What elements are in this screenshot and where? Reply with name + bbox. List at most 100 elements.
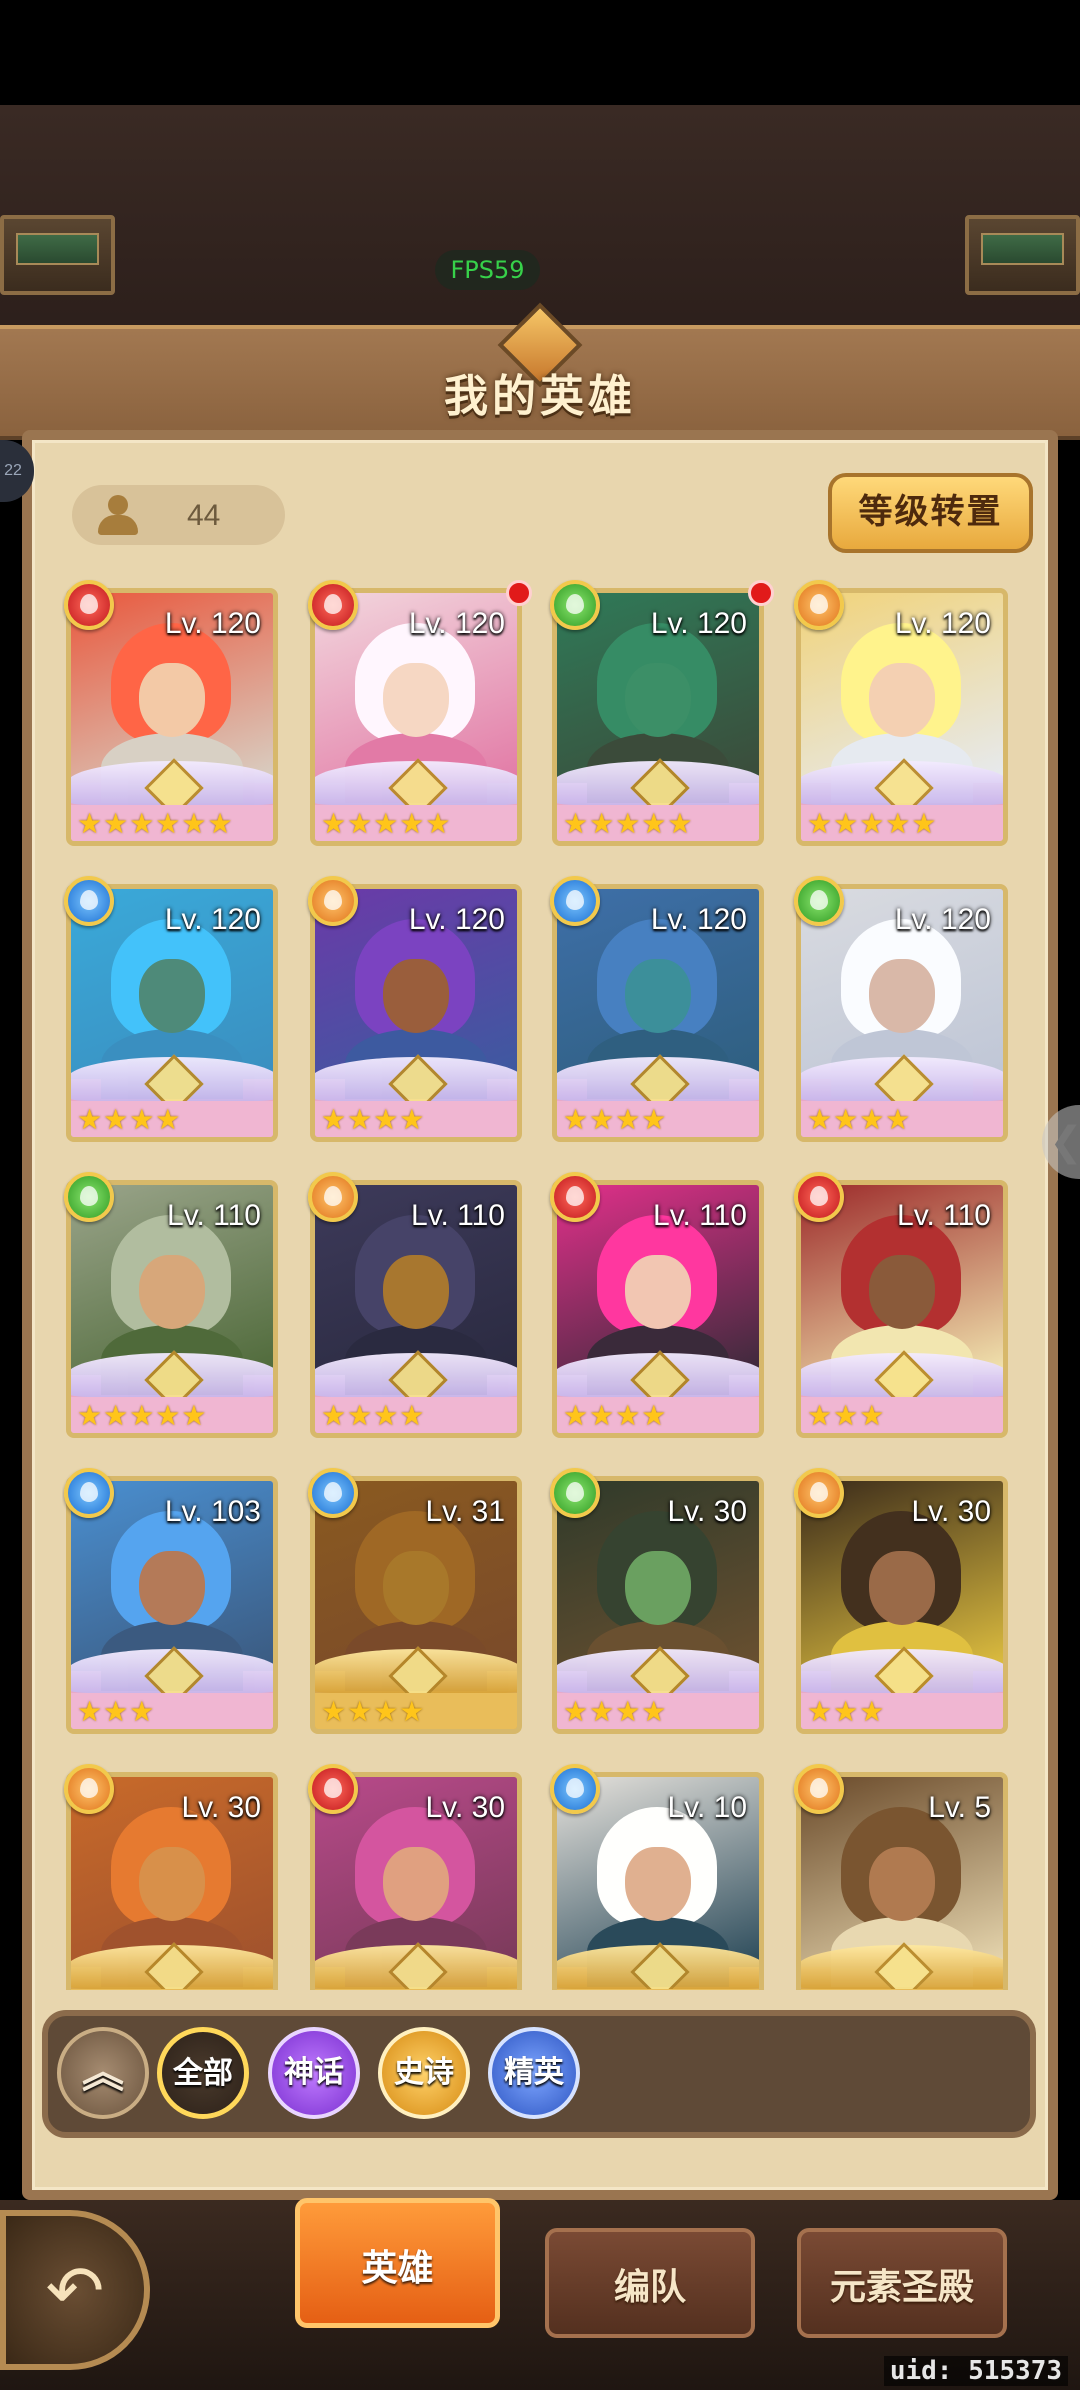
- star-bar: [801, 1989, 1003, 1990]
- nature-element-icon: [64, 1172, 114, 1222]
- hero-card[interactable]: ★★★ Lv. 30: [792, 1466, 1012, 1734]
- hero-level: Lv. 120: [894, 607, 991, 640]
- level-transfer-button[interactable]: 等级转置: [828, 473, 1033, 553]
- water-element-icon: [64, 876, 114, 926]
- star-bar: [315, 1989, 517, 1990]
- page-title: 我的英雄: [444, 372, 636, 421]
- hero-stars: ★★★★: [321, 1103, 426, 1136]
- hero-count-pill: 44: [72, 485, 285, 545]
- collapse-filters-button[interactable]: ︽: [57, 2027, 149, 2119]
- filter-elite-button[interactable]: 精英: [488, 2027, 580, 2119]
- hero-card[interactable]: ★★★ Lv. 110: [792, 1170, 1012, 1438]
- hero-stars: ★★★★★: [321, 807, 452, 840]
- hero-card[interactable]: Lv. 30: [306, 1762, 526, 1990]
- hero-level: Lv. 110: [653, 1199, 747, 1232]
- hero-stars: ★★★: [807, 1695, 886, 1728]
- rank-wings-icon: [801, 1945, 1003, 1989]
- hero-level: Lv. 10: [667, 1791, 748, 1824]
- hero-level: Lv. 5: [928, 1791, 991, 1824]
- hero-stars: ★★★★: [807, 1103, 912, 1136]
- hero-card[interactable]: ★★★★ Lv. 120: [548, 874, 768, 1142]
- rank-wings-icon: [557, 1945, 759, 1989]
- hero-grid: ★★★★★★ Lv. 120 ★★★★★ Lv. 120 ★★★★★ Lv. 120 ★★★…: [62, 578, 1022, 1990]
- hero-card[interactable]: ★★★★★ Lv. 120: [306, 578, 532, 846]
- hero-level: Lv. 30: [425, 1791, 506, 1824]
- notification-dot-icon: [506, 580, 532, 606]
- hero-card[interactable]: ★★★★ Lv. 120: [306, 874, 526, 1142]
- hero-card[interactable]: ★★★ Lv. 103: [62, 1466, 282, 1734]
- hero-card[interactable]: Lv. 5: [792, 1762, 1012, 1990]
- rank-wings-icon: [71, 761, 273, 805]
- hero-card[interactable]: ★★★★ Lv. 31: [306, 1466, 526, 1734]
- filter-myth-button[interactable]: 神话: [268, 2027, 360, 2119]
- rank-wings-icon: [71, 1353, 273, 1397]
- hero-level: Lv. 30: [667, 1495, 748, 1528]
- hero-level: Lv. 120: [408, 903, 505, 936]
- hero-card[interactable]: ★★★★★ Lv. 120: [548, 578, 774, 846]
- nature-element-icon: [550, 1468, 600, 1518]
- hero-card[interactable]: ★★★★★★ Lv. 120: [62, 578, 282, 846]
- rank-wings-icon: [801, 761, 1003, 805]
- rank-wings-icon: [801, 1057, 1003, 1101]
- hero-stars: ★★★: [77, 1695, 156, 1728]
- rank-wings-icon: [315, 1649, 517, 1693]
- hero-card[interactable]: ★★★★ Lv. 110: [306, 1170, 526, 1438]
- hero-stars: ★★★★★: [807, 807, 938, 840]
- hero-stars: ★★★★: [321, 1695, 426, 1728]
- rank-wings-icon: [71, 1945, 273, 1989]
- rank-wings-icon: [557, 1057, 759, 1101]
- tab-heroes[interactable]: 英雄: [295, 2198, 500, 2328]
- star-bar: [557, 1989, 759, 1990]
- rank-wings-icon: [315, 761, 517, 805]
- fire-element-icon: [308, 1764, 358, 1814]
- hero-card[interactable]: ★★★★★ Lv. 120: [792, 578, 1012, 846]
- hero-card[interactable]: Lv. 10: [548, 1762, 768, 1990]
- hero-level: Lv. 31: [425, 1495, 506, 1528]
- rank-wings-icon: [557, 761, 759, 805]
- tab-team[interactable]: 编队: [545, 2228, 755, 2338]
- hero-stars: ★★★★: [77, 1103, 182, 1136]
- hero-stars: ★★★: [807, 1399, 886, 1432]
- hero-level: Lv. 110: [411, 1199, 505, 1232]
- rank-wings-icon: [557, 1649, 759, 1693]
- filter-all-button[interactable]: 全部: [157, 2027, 249, 2119]
- hero-card[interactable]: Lv. 30: [62, 1762, 282, 1990]
- hero-level: Lv. 110: [897, 1199, 991, 1232]
- hero-card[interactable]: ★★★★ Lv. 30: [548, 1466, 768, 1734]
- fps-counter: FPS59: [435, 250, 540, 290]
- rank-wings-icon: [801, 1353, 1003, 1397]
- light-element-icon: [794, 580, 844, 630]
- rank-wings-icon: [315, 1057, 517, 1101]
- hero-level: Lv. 110: [167, 1199, 261, 1232]
- tab-elemental-shrine[interactable]: 元素圣殿: [797, 2228, 1007, 2338]
- user-id-label: uid: 515373: [883, 2356, 1068, 2386]
- hero-level: Lv. 120: [650, 607, 747, 640]
- hero-stars: ★★★★: [321, 1399, 426, 1432]
- hero-level: Lv. 30: [911, 1495, 992, 1528]
- hero-level: Lv. 120: [894, 903, 991, 936]
- rank-wings-icon: [315, 1945, 517, 1989]
- rank-wings-icon: [71, 1057, 273, 1101]
- rank-wings-icon: [801, 1649, 1003, 1693]
- hero-level: Lv. 120: [408, 607, 505, 640]
- status-bar: [0, 0, 1080, 105]
- hero-stars: ★★★★★★: [77, 807, 234, 840]
- hero-level: Lv. 120: [164, 607, 261, 640]
- hero-stars: ★★★★: [563, 1399, 668, 1432]
- hero-card[interactable]: ★★★★ Lv. 120: [792, 874, 1012, 1142]
- light-element-icon: [794, 1764, 844, 1814]
- hero-card[interactable]: ★★★★★ Lv. 110: [62, 1170, 282, 1438]
- hero-stars: ★★★★: [563, 1695, 668, 1728]
- hero-card[interactable]: ★★★★ Lv. 110: [548, 1170, 768, 1438]
- light-element-icon: [308, 876, 358, 926]
- water-element-icon: [550, 1764, 600, 1814]
- hero-card[interactable]: ★★★★ Lv. 120: [62, 874, 282, 1142]
- hero-stars: ★★★★★: [77, 1399, 208, 1432]
- rank-wings-icon: [557, 1353, 759, 1397]
- nature-element-icon: [550, 580, 600, 630]
- filter-epic-button[interactable]: 史诗: [378, 2027, 470, 2119]
- background-wall: [0, 105, 1080, 335]
- rank-wings-icon: [71, 1649, 273, 1693]
- water-element-icon: [64, 1468, 114, 1518]
- hero-count: 44: [187, 499, 221, 532]
